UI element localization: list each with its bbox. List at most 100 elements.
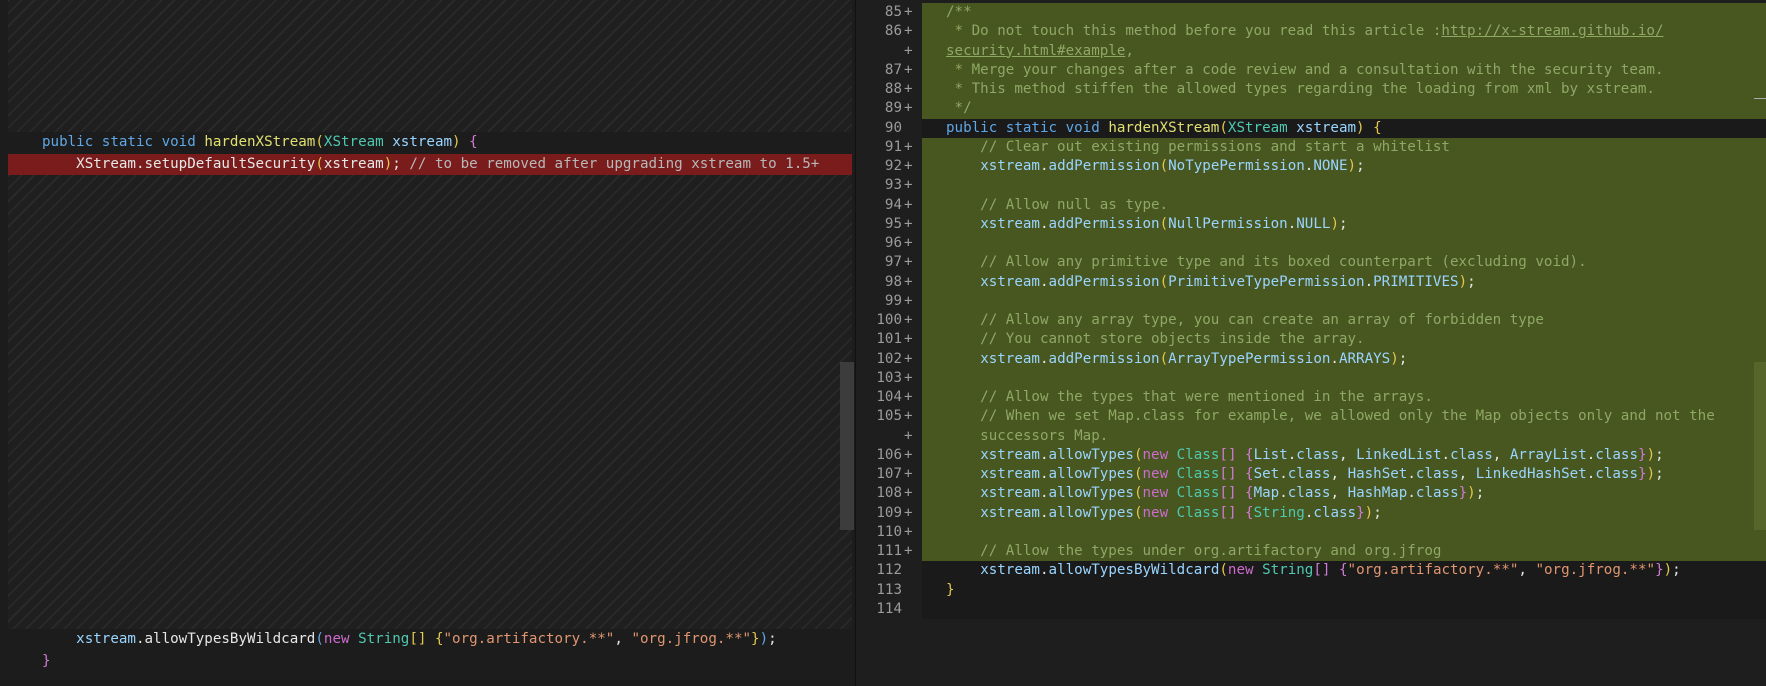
code-text: * Do not touch this method before you re… [946, 23, 1664, 40]
diff-marker: + [904, 177, 913, 194]
line-number: 95 [884, 215, 902, 232]
diff-marker: + [904, 81, 913, 97]
code-cell: public static void hardenXStream(XStream… [922, 118, 1766, 138]
right-line-added[interactable]: 110 + [856, 522, 1766, 542]
code-cell: xstream.addPermission(NoTypePermission.N… [922, 157, 1766, 177]
right-line-added[interactable]: 106 + xstream.allowTypes(new Class[] {Lis… [856, 445, 1766, 465]
code-cell [922, 291, 1766, 311]
right-line-added[interactable]: + successors Map. [856, 426, 1766, 446]
right-line-added[interactable]: 109 + xstream.allowTypes(new Class[] {Str… [856, 503, 1766, 523]
code-cell: xstream.allowTypes(new Class[] {List.cla… [922, 445, 1766, 465]
article-link[interactable]: security.html#example [946, 43, 1125, 59]
code-cell [922, 368, 1766, 388]
line-number: 86 [884, 23, 902, 40]
line-number: 97 [884, 254, 902, 271]
line-number: 98 [884, 273, 902, 290]
line-number: 106 [876, 446, 902, 463]
line-number: 96 [884, 235, 902, 251]
article-link[interactable]: http://x-stream.github.io/ [1441, 23, 1663, 39]
line-number: 100 [876, 312, 902, 328]
right-line-added[interactable]: 96 + [856, 234, 1766, 254]
diff-marker: + [904, 273, 913, 290]
line-number: 101 [876, 331, 902, 348]
code-text: * This method stiffen the allowed types … [946, 81, 1655, 97]
diff-marker: + [904, 543, 913, 559]
right-line-added[interactable]: 105 + // When we set Map.class for exampl… [856, 407, 1766, 427]
code-cell: /** [922, 3, 1766, 23]
diff-marker: + [904, 215, 913, 232]
code-text: // You cannot store objects inside the a… [946, 331, 1365, 348]
right-diff-pane[interactable]: 85 +/** 86 + * Do not touch this method bef… [856, 0, 1766, 686]
code-cell: // You cannot store objects inside the a… [922, 330, 1766, 350]
right-line-added[interactable]: 98 + xstream.addPermission(PrimitiveTypeP… [856, 272, 1766, 292]
right-line-added[interactable]: 103 + [856, 368, 1766, 388]
right-line[interactable]: 113} [856, 580, 1766, 600]
code-cell [922, 176, 1766, 196]
right-line-added[interactable]: 95 + xstream.addPermission(NullPermission… [856, 214, 1766, 234]
right-line-added[interactable]: 85 + /** [856, 3, 1766, 23]
right-line-added[interactable]: 111 + // Allow the types under org.artifa… [856, 542, 1766, 562]
right-line-added[interactable]: 99 + [856, 291, 1766, 311]
line-number: 114 [876, 600, 902, 617]
diff-marker: + [904, 523, 913, 540]
line-number: 111 [876, 543, 902, 559]
right-line-added[interactable]: 92 + xstream.addPermission(NoTypePermissi… [856, 157, 1766, 177]
code-text: // Allow any primitive type and its boxe… [946, 254, 1587, 271]
code-cell: * This method stiffen the allowed types … [922, 80, 1766, 100]
diff-marker: + [904, 4, 913, 20]
code-cell: */ [922, 99, 1766, 119]
left-line[interactable]: public static void hardenXStream(XStream… [8, 132, 852, 154]
diff-marker: + [904, 389, 913, 405]
code-text: xstream.addPermission(PrimitiveTypePermi… [980, 273, 1476, 290]
right-line[interactable]: 90 public static void hardenXStream(XStre… [856, 118, 1766, 138]
right-line-added[interactable]: 91 + // Clear out existing permissions an… [856, 137, 1766, 157]
code-text: security.html#example, [946, 42, 1134, 59]
code-text: xstream.addPermission(NullPermission.NUL… [980, 215, 1348, 232]
left-line[interactable]: xstream.allowTypesByWildcard(new String[… [8, 629, 852, 651]
code-text: successors Map. [946, 427, 1109, 444]
code-text: xstream.allowTypes(new Class[] {Map.clas… [980, 485, 1485, 502]
right-line-added[interactable]: 101 + // You cannot store objects inside … [856, 330, 1766, 350]
right-line-added[interactable]: 104 + // Allow the types that were mentio… [856, 388, 1766, 408]
code-text: xstream.allowTypesByWildcard(new String[… [980, 562, 1681, 579]
right-line-added[interactable]: 102 + xstream.addPermission(ArrayTypePerm… [856, 349, 1766, 369]
code-text: */ [946, 100, 972, 117]
right-line[interactable]: 114 [856, 599, 1766, 619]
right-line-added[interactable]: + security.html#example, [856, 41, 1766, 61]
line-number: 99 [884, 292, 902, 309]
left-line-removed[interactable]: XStream.setupDefaultSecurity(xstream); /… [8, 153, 852, 176]
collapsed-region-middle [8, 175, 852, 629]
diff-marker: + [904, 331, 913, 348]
line-number: 102 [876, 350, 902, 367]
right-line-added[interactable]: 88 + * This method stiffen the allowed ty… [856, 80, 1766, 100]
line-number: 91 [884, 138, 902, 155]
left-diff-pane[interactable]: public static void hardenXStream(XStream… [0, 0, 855, 686]
diff-marker: + [904, 235, 913, 251]
right-line[interactable]: 112 xstream.allowTypesByWildcard(new Str… [856, 561, 1766, 581]
line-number: 87 [884, 61, 902, 78]
right-line-added[interactable]: 89 + */ [856, 99, 1766, 119]
code-text: // Allow the types that were mentioned i… [946, 389, 1433, 405]
code-cell: // Allow any primitive type and its boxe… [922, 253, 1766, 273]
right-line-added[interactable]: 97 + // Allow any primitive type and its … [856, 253, 1766, 273]
right-line-added[interactable]: 107 + xstream.allowTypes(new Class[] {Set… [856, 465, 1766, 485]
code-cell: * Do not touch this method before you re… [922, 22, 1766, 42]
diff-marker: + [904, 485, 913, 502]
left-line[interactable]: } [8, 651, 852, 673]
diff-marker: + [904, 446, 913, 463]
right-line-added[interactable]: 100 + // Allow any array type, you can cr… [856, 311, 1766, 331]
right-line-added[interactable]: 94 + // Allow null as type. [856, 195, 1766, 215]
diff-marker: + [904, 138, 913, 155]
line-number: 85 [884, 4, 902, 20]
left-scrollbar[interactable] [840, 362, 854, 530]
line-number: 89 [884, 100, 902, 117]
diff-marker: + [904, 292, 913, 309]
right-line-added[interactable]: 86 + * Do not touch this method before yo… [856, 22, 1766, 42]
right-scrollbar[interactable] [1754, 362, 1766, 530]
right-line-added[interactable]: 93 + [856, 176, 1766, 196]
code-text: XStream.setupDefaultSecurity(xstream); /… [42, 155, 820, 172]
right-line-added[interactable]: 108 + xstream.allowTypes(new Class[] {Map… [856, 484, 1766, 504]
line-number: 113 [876, 581, 902, 598]
code-text: xstream.addPermission(NoTypePermission.N… [980, 158, 1365, 174]
right-line-added[interactable]: 87 + * Merge your changes after a code re… [856, 60, 1766, 80]
